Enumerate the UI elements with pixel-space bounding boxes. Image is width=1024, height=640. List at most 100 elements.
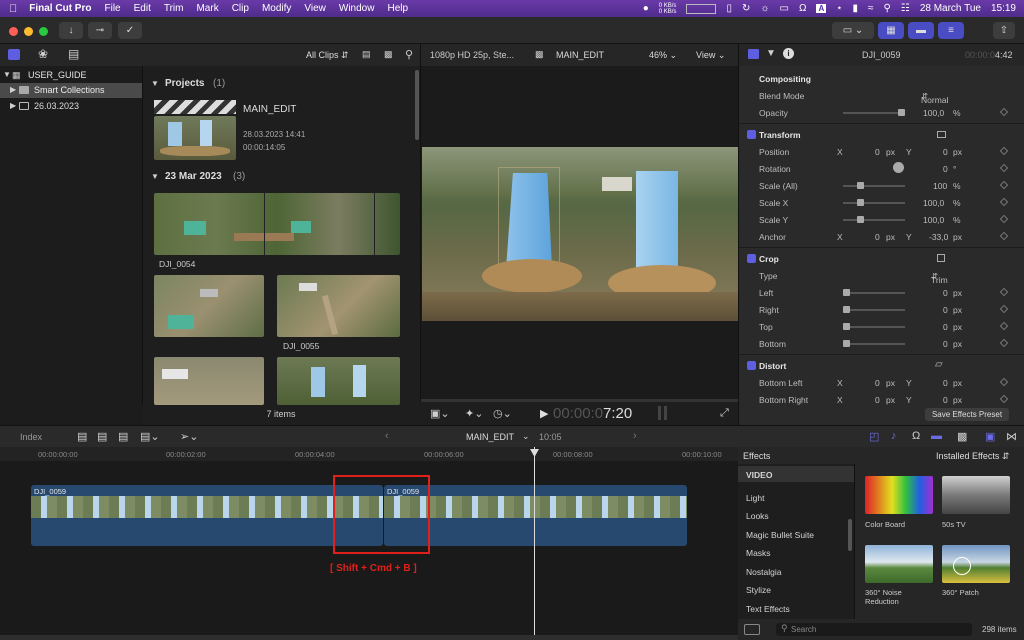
speed-tool-icon[interactable]: ◷⌄ (493, 407, 512, 420)
scale-y-value[interactable]: 100,0 (923, 215, 944, 225)
keyframe-icon[interactable] (999, 163, 1009, 173)
import-button[interactable]: ↓ (59, 22, 83, 39)
menu-edit[interactable]: Edit (134, 3, 151, 14)
slider-knob[interactable] (857, 199, 864, 206)
timeline-clip[interactable]: DJI_0059 (31, 485, 383, 546)
timeline-scrollbar[interactable] (0, 635, 738, 640)
playhead[interactable] (534, 447, 535, 640)
bottom-right-y-value[interactable]: 0 (943, 395, 948, 405)
scale-all-slider[interactable] (843, 182, 905, 189)
clip-thumbnail[interactable] (277, 275, 400, 337)
slider-knob[interactable] (843, 340, 850, 347)
keyframe-icon[interactable] (999, 107, 1009, 117)
disclosure-open-icon[interactable]: ▼ (3, 70, 11, 79)
crop-bottom-value[interactable]: 0 (943, 339, 948, 349)
disclosure-closed-icon[interactable]: ▶ (10, 101, 16, 110)
view-dropdown[interactable]: View ⌄ (696, 50, 725, 61)
menu-window[interactable]: Window (339, 3, 375, 14)
minimize-window-button[interactable] (24, 27, 33, 36)
apple-icon[interactable]:  (9, 3, 17, 15)
skimming-icon[interactable]: ♪ (891, 430, 897, 442)
menu-help[interactable]: Help (387, 3, 408, 14)
category-magic-bullet[interactable]: Magic Bullet Suite (738, 526, 854, 542)
effect-360-patch[interactable] (942, 545, 1010, 583)
timecode-display[interactable]: 00:00:07:20 (553, 405, 632, 422)
installed-effects-dropdown[interactable]: Installed Effects ⇵ (936, 451, 1009, 462)
show-timeline-button[interactable]: ▬ (908, 22, 934, 39)
category-nostalgia[interactable]: Nostalgia (738, 563, 854, 579)
crop-top-value[interactable]: 0 (943, 322, 948, 332)
effect-360-noise-reduction[interactable] (865, 545, 933, 583)
transform-onscreen-icon[interactable] (937, 131, 946, 138)
crop-right-slider[interactable] (843, 306, 905, 313)
category-stylize[interactable]: Stylize (738, 581, 854, 597)
scale-x-value[interactable]: 100,0 (923, 198, 944, 208)
opacity-slider-knob[interactable] (898, 109, 905, 116)
play-button[interactable]: ▶ (540, 407, 548, 420)
clip-thumbnail[interactable] (154, 275, 264, 337)
sync-icon[interactable]: ↻ (742, 3, 750, 14)
info-icon[interactable]: i (783, 48, 794, 59)
category-text-effects[interactable]: Text Effects (738, 600, 854, 616)
menu-clip[interactable]: Clip (232, 3, 249, 14)
headphones-icon[interactable]: Ω (799, 3, 806, 14)
bluetooth-icon[interactable]: ⋆ (836, 3, 842, 14)
bottom-right-x-value[interactable]: 0 (875, 395, 880, 405)
timeline-back-icon[interactable]: ‹ (385, 430, 389, 442)
clip-filter-dropdown[interactable]: All Clips ⇵ (306, 50, 349, 61)
select-tool-icon[interactable]: ➢⌄ (180, 430, 198, 443)
zoom-dropdown[interactable]: 46% ⌄ (649, 50, 677, 61)
clip-filmstrip[interactable] (154, 193, 400, 255)
keyframe-icon[interactable] (999, 197, 1009, 207)
photos-audio-icon[interactable]: ❀ (38, 47, 48, 61)
show-browser-button[interactable]: ▦ (878, 22, 904, 39)
timeline-project-name[interactable]: MAIN_EDIT (466, 432, 514, 442)
zoom-window-button[interactable] (39, 27, 48, 36)
feedback-button[interactable]: ▭ ⌄ (832, 22, 874, 39)
keyframe-icon[interactable] (999, 394, 1009, 404)
menu-mark[interactable]: Mark (196, 3, 218, 14)
sidebar-item-event[interactable]: ▶ 26.03.2023 (0, 99, 142, 114)
audio-meters-icon-right[interactable] (664, 406, 667, 420)
enhance-tool-icon[interactable]: ✦⌄ (465, 407, 483, 420)
show-inspector-button[interactable]: ≡ (938, 22, 964, 39)
crop-checkbox[interactable] (747, 254, 756, 263)
sidebar-toggle-icon[interactable] (744, 624, 760, 635)
keywords-button[interactable]: ⊸ (88, 22, 112, 39)
fullscreen-icon[interactable]: ⤢ (720, 407, 729, 420)
slider-knob[interactable] (857, 216, 864, 223)
keyframe-icon[interactable] (999, 231, 1009, 241)
libraries-icon[interactable] (8, 49, 20, 60)
crop-right-value[interactable]: 0 (943, 305, 948, 315)
opacity-slider[interactable] (843, 109, 905, 116)
keyframe-icon[interactable] (999, 287, 1009, 297)
anchor-x-value[interactable]: 0 (875, 232, 880, 242)
project-thumbnail[interactable] (154, 100, 236, 160)
insert-clip-icon[interactable]: ▤ (97, 430, 107, 443)
menu-modify[interactable]: Modify (262, 3, 291, 14)
keyframe-icon[interactable] (999, 304, 1009, 314)
menu-view[interactable]: View (304, 3, 326, 14)
creative-cloud-icon[interactable]: ● (643, 3, 649, 14)
background-tasks-button[interactable]: ✓ (118, 22, 142, 39)
timeline-project-dropdown-icon[interactable]: ⌄ (522, 431, 530, 442)
slider-knob[interactable] (843, 289, 850, 296)
index-button[interactable]: Index (20, 432, 42, 442)
category-masks[interactable]: Masks (738, 544, 854, 560)
battery-icon[interactable]: ▮ (853, 3, 859, 14)
keyframe-icon[interactable] (999, 146, 1009, 156)
rotation-value[interactable]: 0 (943, 164, 948, 174)
clip-appearance-icon[interactable]: ▤ (362, 49, 371, 60)
scale-y-slider[interactable] (843, 216, 905, 223)
rotation-dial[interactable] (893, 162, 904, 173)
distort-onscreen-icon[interactable]: ▱ (935, 359, 943, 370)
menubar-date[interactable]: 28 March Tue (920, 3, 981, 14)
video-only-icon[interactable]: ◰ (869, 430, 879, 443)
filmstrip-view-icon[interactable]: ▩ (384, 49, 393, 60)
transform-checkbox[interactable] (747, 130, 756, 139)
wifi-icon[interactable]: ≈ (868, 3, 874, 14)
blend-mode-dropdown[interactable]: Normal ⇵ (921, 91, 948, 105)
slider-knob[interactable] (843, 306, 850, 313)
brightness-icon[interactable]: ☼ (760, 3, 769, 14)
opacity-value[interactable]: 100,0 (923, 108, 944, 118)
